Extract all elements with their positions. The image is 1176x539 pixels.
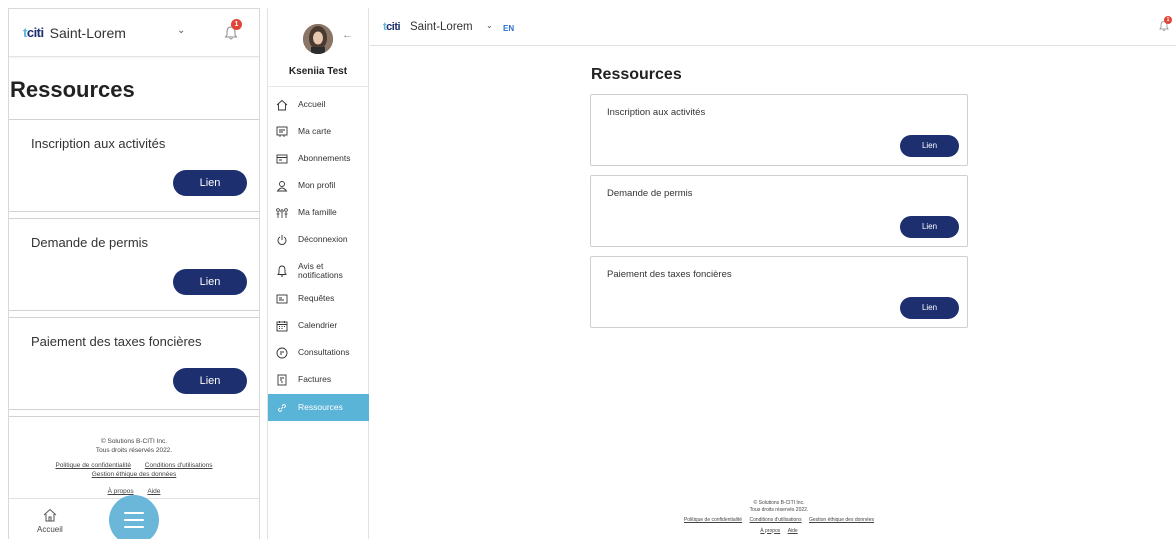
sidebar-item-label: Ressources [298,402,343,412]
link-button[interactable]: Lien [173,170,247,196]
collapse-arrow-icon[interactable]: ← [342,29,353,41]
resource-card: Demande de permis Lien [9,218,259,311]
privacy-link[interactable]: Politique de confidentialité [55,462,131,469]
user-name: Kseniia Test [288,66,348,77]
sidebar-item-label: Factures [298,374,332,384]
sidebar-item-consultations[interactable]: Consultations [268,339,369,366]
avatar-photo [303,24,333,54]
help-link[interactable]: Aide [147,488,160,495]
bell-icon [277,265,287,277]
page-title: Ressources [10,77,135,102]
sidebar-item-mon-profil[interactable]: Mon profil [268,172,369,199]
bottom-nav-home[interactable]: Accueil [37,507,63,534]
sidebar-item-label: Calendrier [298,320,338,330]
sidebar-item-ma-famille[interactable]: Ma famille [268,199,369,226]
page-title: Ressources [591,66,682,83]
invoice-icon [277,374,287,385]
card-title: Paiement des taxes foncières [607,269,732,280]
ethics-link[interactable]: Gestion éthique des données [809,517,874,523]
sidebar-item-label: Mon profil [298,180,336,190]
language-toggle[interactable]: EN [503,24,514,33]
link-button[interactable]: Lien [173,269,247,295]
home-icon [43,508,57,522]
user-icon [276,180,288,191]
footer-copyright: © Solutions B-CITI Inc. [100,438,168,445]
power-icon [277,234,287,245]
card-title: Inscription aux activités [607,107,706,118]
card-title: Inscription aux activités [31,136,166,151]
help-link[interactable]: Aide [788,528,798,534]
card-icon [276,126,288,137]
sidebar: ← Kseniia Test Accueil Ma carte Abonneme… [267,8,369,539]
notification-badge: 1 [231,19,242,30]
subscriptions-icon [276,154,288,163]
sidebar-item-label: Requêtes [298,293,335,303]
resource-card: Paiement des taxes foncières Lien [590,256,968,328]
mobile-header: tciti Saint-Lorem ⌄ 1 [9,9,259,57]
consultations-icon [276,347,288,358]
ethics-link[interactable]: Gestion éthique des données [92,471,177,478]
about-link[interactable]: À propos [760,528,780,534]
sidebar-item-requetes[interactable]: Requêtes [268,285,369,312]
calendar-icon [276,320,288,331]
sidebar-item-label: Avis et notifications [298,260,343,280]
sidebar-item-ressources[interactable]: Ressources [268,394,369,421]
resource-card: Paiement des taxes foncières Lien [9,317,259,410]
sidebar-item-factures[interactable]: Factures [268,366,369,393]
home-label: Accueil [37,525,63,534]
chevron-down-icon[interactable]: ⌄ [486,21,493,30]
resource-card: Inscription aux activités Lien [590,94,968,166]
sidebar-item-label: Déconnexion [298,234,348,244]
terms-link[interactable]: Conditions d'utilisations [749,517,801,523]
card-title: Demande de permis [607,188,693,199]
terms-link[interactable]: Conditions d'utilisations [145,462,213,469]
link-button[interactable]: Lien [900,297,959,319]
city-selector[interactable]: Saint-Lorem [410,21,473,33]
sidebar-item-label: Ma famille [298,207,337,217]
sidebar-item-abonnements[interactable]: Abonnements [268,145,369,172]
resource-card: Demande de permis Lien [590,175,968,247]
sidebar-item-label: Accueil [298,99,326,109]
card-title: Paiement des taxes foncières [31,334,202,349]
privacy-link[interactable]: Politique de confidentialité [684,517,742,523]
sidebar-item-label: Abonnements [298,153,351,163]
about-link[interactable]: À propos [108,488,134,495]
menu-fab-button[interactable] [109,495,159,539]
app-logo[interactable]: tciti [383,21,401,33]
resource-card: Inscription aux activités Lien [9,119,259,212]
divider [268,86,368,87]
sidebar-item-calendrier[interactable]: Calendrier [268,312,369,339]
app-logo[interactable]: tciti [23,25,44,40]
card-title: Demande de permis [31,235,149,250]
home-icon [276,99,288,110]
bottom-nav: Accueil [9,495,259,539]
mobile-view: tciti Saint-Lorem ⌄ 1 Ressources Inscrip… [8,8,260,539]
footer-rights: Tous droits réservés 2022. [95,447,173,454]
sidebar-item-deconnexion[interactable]: Déconnexion [268,226,369,253]
sidebar-item-avis-notifications[interactable]: Avis et notifications [268,257,369,284]
sidebar-item-ma-carte[interactable]: Ma carte [268,118,369,145]
city-selector[interactable]: Saint-Lorem [50,25,126,41]
sidebar-item-label: Consultations [298,347,350,357]
menu-icon-line [124,526,144,528]
footer-rights: Tous droits réservés 2022. [749,506,809,513]
sidebar-item-accueil[interactable]: Accueil [268,91,369,118]
avatar[interactable] [303,24,333,54]
requests-icon [276,294,288,303]
notification-badge: 1 [1164,16,1172,24]
link-button[interactable]: Lien [900,216,959,238]
link-button[interactable]: Lien [173,368,247,394]
chevron-down-icon[interactable]: ⌄ [177,25,185,36]
top-bar: tciti Saint-Lorem ⌄ EN 1 [370,8,1176,46]
footer: © Solutions B-CITI Inc. Tous droits rése… [640,500,918,534]
family-icon [276,207,288,218]
menu-icon [124,512,144,514]
link-button[interactable]: Lien [900,135,959,157]
menu-icon-line [124,519,144,521]
link-icon [278,403,286,412]
sidebar-item-label: Ma carte [298,126,332,136]
